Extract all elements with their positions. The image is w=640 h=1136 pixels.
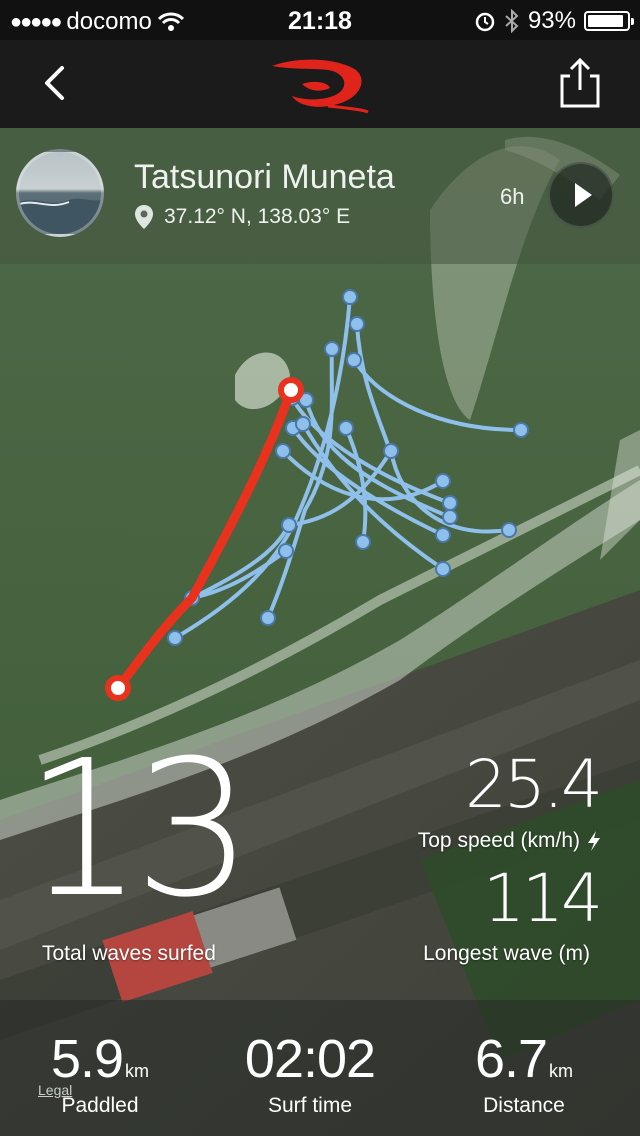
surf-time-label: Surf time <box>267 1094 353 1117</box>
paddled-unit: km <box>125 1061 150 1081</box>
status-right: 93% <box>474 7 634 35</box>
play-icon <box>575 183 592 207</box>
paddled-stat: 5.9 km Paddled <box>0 1028 200 1118</box>
location-pin-icon <box>135 205 153 229</box>
user-name: Tatsunori Muneta <box>134 158 395 196</box>
nav-bar <box>0 40 640 128</box>
longest-wave-value: 114 <box>483 860 603 937</box>
longest-wave-label: Longest wave (m) <box>423 942 590 965</box>
surf-time-stat: 02:02 Surf time <box>210 1028 410 1118</box>
alarm-icon <box>475 12 495 32</box>
distance-unit: km <box>549 1061 574 1081</box>
legal-link[interactable]: Legal <box>38 1082 72 1098</box>
lightning-icon <box>588 831 600 851</box>
brand-logo <box>272 59 369 114</box>
play-button[interactable] <box>548 162 614 228</box>
highlighted-wave-start[interactable] <box>278 377 304 403</box>
top-speed-label-row: Top speed (km/h) <box>418 829 602 853</box>
paddled-value: 5.9 <box>50 1029 124 1089</box>
distance-stat: 6.7 km Distance <box>424 1028 624 1118</box>
location-row: 37.12° N, 138.03° E <box>134 204 350 230</box>
summary-panel: 5.9 km Paddled 02:02 Surf time 6.7 km Dist… <box>0 1000 640 1136</box>
distance-value: 6.7 <box>474 1029 548 1089</box>
session-header: Tatsunori Muneta 37.12° N, 138.03° E 6h <box>0 128 640 264</box>
battery-percent: 93% <box>527 7 576 34</box>
status-bar: ●●●●● docomo 21:18 93% <box>0 0 640 40</box>
distance-label: Distance <box>483 1094 565 1117</box>
share-icon <box>560 57 600 108</box>
top-speed-label: Top speed (km/h) <box>417 829 580 852</box>
chevron-left-icon <box>45 66 64 100</box>
spot-thumbnail[interactable] <box>16 149 104 237</box>
wave-photo-icon <box>19 198 101 234</box>
bluetooth-icon <box>505 9 519 33</box>
battery-icon <box>584 11 634 31</box>
top-speed-value: 25.4 <box>465 746 603 823</box>
paddled-label: Paddled <box>61 1094 139 1117</box>
surf-time-value: 02:02 <box>244 1029 376 1089</box>
total-waves-value: 13 <box>24 720 253 939</box>
total-waves-label: Total waves surfed <box>42 942 216 965</box>
back-button[interactable] <box>30 58 80 108</box>
session-duration: 6h <box>500 184 525 209</box>
highlighted-wave-end[interactable] <box>105 675 131 701</box>
share-button[interactable] <box>552 56 608 112</box>
coordinates-text: 37.12° N, 138.03° E <box>164 205 351 228</box>
